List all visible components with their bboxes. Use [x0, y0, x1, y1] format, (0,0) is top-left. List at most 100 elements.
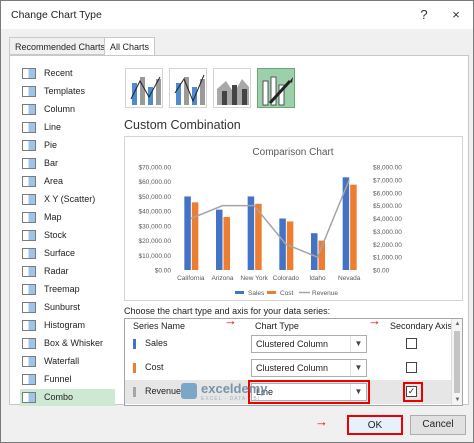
y2-tick-label: $2,000.00: [373, 242, 402, 249]
bar-sales: [279, 218, 286, 270]
recent-icon: [22, 68, 36, 79]
radar-icon: [22, 266, 36, 277]
chart-type-sunburst[interactable]: Sunburst: [20, 299, 115, 316]
y-tick-label: $20,000.00: [138, 238, 171, 245]
chart-type-line[interactable]: Line: [20, 119, 115, 136]
chart-type-area[interactable]: Area: [20, 173, 115, 190]
waterfall-icon: [22, 356, 36, 367]
chart-type-label: Radar: [44, 266, 69, 276]
legend-label: Revenue: [312, 290, 338, 297]
stacked-area-clustered-column-icon[interactable]: [213, 68, 251, 108]
chart-type-funnel[interactable]: Funnel: [20, 371, 115, 388]
chart-type-label: X Y (Scatter): [44, 194, 96, 204]
x-tick-label: Idaho: [309, 275, 326, 282]
exceldemy-logo-icon: [181, 383, 197, 399]
custom-combination-icon[interactable]: [257, 68, 295, 108]
chart-type-label: Histogram: [44, 320, 86, 330]
chart-type-dropdown[interactable]: Clustered Column ▼: [251, 359, 367, 377]
chart-type-label: Recent: [44, 68, 73, 78]
map-icon: [22, 212, 36, 223]
templates-icon: [22, 86, 36, 97]
y2-tick-label: $8,000.00: [373, 165, 402, 172]
secondary-axis-checkbox[interactable]: [406, 362, 417, 373]
exceldemy-watermark: exceldemy EXCEL · DATA · BI: [181, 379, 291, 407]
chart-type-recent[interactable]: Recent: [20, 65, 115, 82]
watermark-name: exceldemy: [201, 381, 268, 396]
dropdown-value: Clustered Column: [256, 339, 329, 349]
stock-icon: [22, 230, 36, 241]
y-tick-label: $40,000.00: [138, 209, 171, 216]
sunburst-icon: [22, 302, 36, 313]
chart-type-column[interactable]: Column: [20, 101, 115, 118]
series-name: Revenue: [145, 386, 182, 396]
chart-type-label: Templates: [44, 86, 86, 96]
x-tick-label: Arizona: [211, 275, 233, 282]
chart-type-pie[interactable]: Pie: [20, 137, 115, 154]
bar-cost: [223, 217, 230, 270]
chart-type-map[interactable]: Map: [20, 209, 115, 226]
chart-type-combo[interactable]: Combo: [20, 389, 115, 406]
clustered-column-line-icon[interactable]: [125, 68, 163, 108]
series-row-cost[interactable]: Cost Clustered Column ▼: [125, 356, 451, 380]
histogram-icon: [22, 320, 36, 331]
bar-sales: [247, 196, 255, 270]
annotation-box-secondary-checkbox: [403, 382, 423, 402]
chevron-down-icon[interactable]: ▼: [350, 360, 366, 376]
chart-type-histogram[interactable]: Histogram: [20, 317, 115, 334]
combo-subtitle: Custom Combination: [124, 118, 241, 132]
secondary-axis-checkbox[interactable]: [406, 338, 417, 349]
scroll-down-icon[interactable]: ▼: [452, 395, 462, 405]
ok-button[interactable]: OK: [347, 415, 403, 435]
chart-type-bar[interactable]: Bar: [20, 155, 115, 172]
clustered-column-line-secondary-axis-icon[interactable]: [169, 68, 207, 108]
y-tick-label: $60,000.00: [138, 179, 171, 186]
series-row-sales[interactable]: Sales Clustered Column ▼: [125, 332, 451, 356]
legend-swatch: [235, 291, 244, 294]
chart-type-label: Area: [44, 176, 64, 186]
chart-type-label: Sunburst: [44, 302, 81, 312]
close-button[interactable]: ×: [445, 5, 467, 25]
tab-all-charts[interactable]: All Charts: [104, 37, 156, 56]
chart-type-stock[interactable]: Stock: [20, 227, 115, 244]
chart-type-label: Treemap: [44, 284, 80, 294]
combo-icon: [22, 392, 36, 403]
series-swatch: [133, 339, 136, 349]
chevron-down-icon[interactable]: ▼: [350, 336, 366, 352]
chart-type-label: Combo: [44, 392, 74, 402]
chart-type-radar[interactable]: Radar: [20, 263, 115, 280]
y2-tick-label: $4,000.00: [373, 216, 402, 223]
watermark-tagline: EXCEL · DATA · BI: [201, 396, 261, 402]
chart-type-dropdown[interactable]: Clustered Column ▼: [251, 335, 367, 353]
chart-type-label: Box & Whisker: [44, 338, 104, 348]
scroll-up-icon[interactable]: ▲: [452, 319, 462, 329]
chart-type-label: Column: [44, 104, 76, 114]
chart-type-templates[interactable]: Templates: [20, 83, 115, 100]
x-tick-label: New York: [240, 275, 268, 282]
chart-title: Comparison Chart: [252, 147, 333, 158]
series-table-scrollbar[interactable]: ▲ ▼: [451, 319, 462, 405]
chart-preview: Comparison Chart $0.00 $10,000.00 $20,000.0…: [124, 136, 463, 301]
annotation-arrow-chart-type: →: [224, 313, 237, 328]
column-icon: [22, 104, 36, 115]
chart-type-waterfall[interactable]: Waterfall: [20, 353, 115, 370]
chart-type-label: Stock: [44, 230, 67, 240]
y2-tick-label: $0.00: [373, 268, 390, 275]
chart-type-surface[interactable]: Surface: [20, 245, 115, 262]
help-button[interactable]: ?: [413, 5, 435, 25]
chart-type-scatter[interactable]: X Y (Scatter): [20, 191, 115, 208]
chart-type-label: Bar: [44, 158, 59, 168]
tab-recommended-charts[interactable]: Recommended Charts: [9, 37, 112, 55]
scrollbar-thumb[interactable]: [454, 331, 460, 393]
annotation-arrow-secondary-axis: →: [368, 313, 381, 328]
y-tick-label: $30,000.00: [138, 223, 171, 230]
chart-type-box-whisker[interactable]: Box & Whisker: [20, 335, 115, 352]
y-tick-label: $0.00: [155, 268, 172, 275]
chart-type-label: Funnel: [44, 374, 72, 384]
comparison-chart: Comparison Chart $0.00 $10,000.00 $20,000.0…: [138, 147, 402, 297]
x-tick-label: Colorado: [273, 275, 300, 282]
cancel-button[interactable]: Cancel: [410, 415, 466, 435]
chart-type-treemap[interactable]: Treemap: [20, 281, 115, 298]
legend-label: Sales: [248, 290, 265, 297]
series-name: Sales: [145, 338, 168, 348]
chart-type-label: Line: [44, 122, 62, 132]
